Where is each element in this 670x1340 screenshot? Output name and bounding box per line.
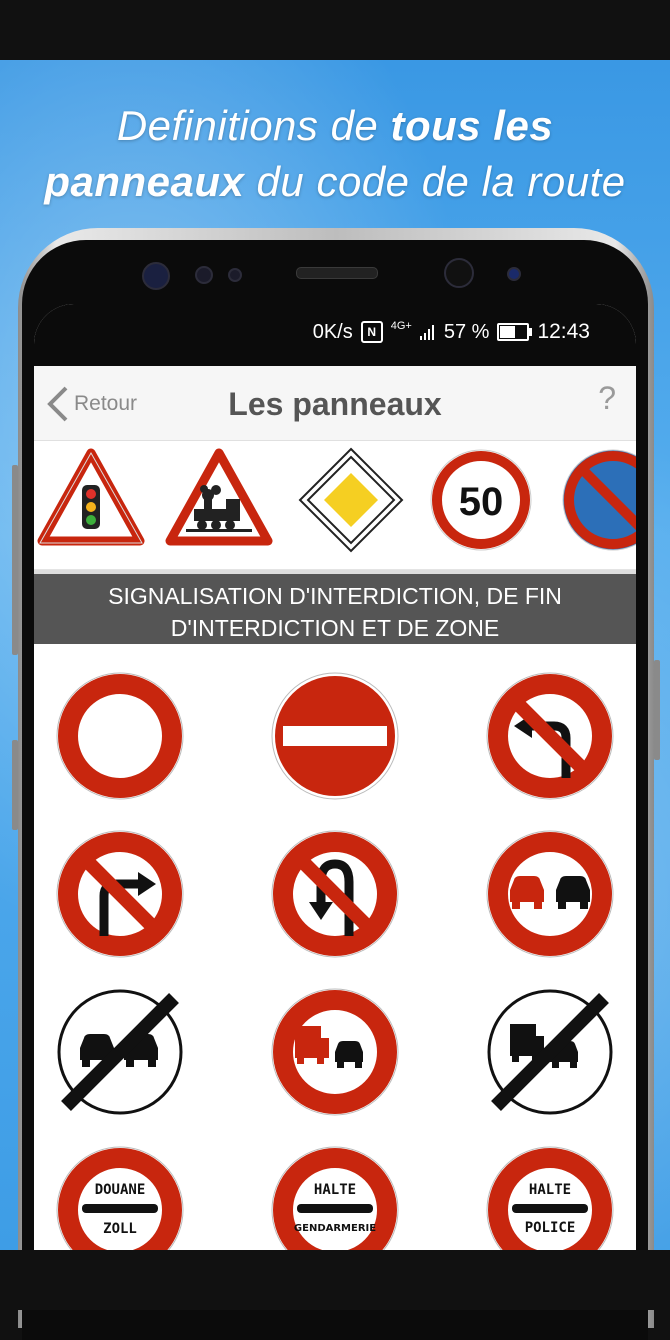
speed-limit-icon: 50: [430, 449, 532, 551]
sign-customs-stop[interactable]: DOUANE ZOLL: [50, 1140, 190, 1250]
no-truck-overtaking-icon: [271, 988, 399, 1116]
halt-police-bottom-text: POLICE: [525, 1220, 576, 1236]
end-no-overtaking-icon: [57, 989, 183, 1115]
sensor-icon: [195, 266, 213, 284]
battery-fill: [500, 326, 516, 338]
no-left-turn-icon: [486, 672, 614, 800]
no-overtaking-icon: [486, 830, 614, 958]
network-type: 4G+: [390, 320, 412, 332]
category-priority[interactable]: [296, 445, 406, 555]
traffic-light-warning-icon: [37, 448, 145, 546]
speed-limit-value: 50: [459, 480, 504, 524]
sign-end-no-truck-overtaking[interactable]: [480, 982, 620, 1122]
sign-halt-police[interactable]: HALTE POLICE: [480, 1140, 620, 1250]
category-parking[interactable]: [558, 445, 636, 555]
no-parking-icon: [562, 449, 636, 551]
no-u-turn-icon: [271, 830, 399, 958]
signs-grid: DOUANE ZOLL HALTE GENDARMERIE HALTE POLI…: [34, 644, 636, 1250]
signal-icon: [419, 325, 434, 340]
sign-no-truck-overtaking[interactable]: [265, 982, 405, 1122]
sign-no-vehicles[interactable]: [50, 666, 190, 806]
phone-earpiece: [296, 267, 378, 279]
sign-end-no-overtaking[interactable]: [50, 982, 190, 1122]
category-strip: 50: [34, 441, 636, 570]
top-black-bar: [0, 0, 670, 60]
priority-road-icon: [298, 447, 404, 553]
no-right-turn-icon: [56, 830, 184, 958]
halt-gendarmerie-bottom-text: GENDARMERIE: [294, 1223, 376, 1234]
help-button[interactable]: ?: [598, 380, 616, 417]
sign-no-overtaking[interactable]: [480, 824, 620, 964]
phone-side-button: [12, 465, 18, 655]
headline-text: du code de la route: [244, 158, 626, 205]
sensor-icon: [507, 267, 521, 281]
bottom-black-bar: [0, 1250, 670, 1310]
sign-halt-gendarmerie[interactable]: HALTE GENDARMERIE: [265, 1140, 405, 1250]
clock: 12:43: [537, 320, 590, 343]
train-crossing-warning-icon: [165, 448, 273, 546]
iris-scanner-icon: [142, 262, 170, 290]
headline-bold-text: tous les: [390, 102, 554, 149]
phone-side-button: [654, 660, 660, 760]
headline-text: Definitions de: [116, 102, 391, 149]
no-vehicles-icon: [56, 672, 184, 800]
halt-police-top-text: HALTE: [529, 1182, 571, 1198]
sign-no-u-turn[interactable]: [265, 824, 405, 964]
nfc-icon: N: [360, 321, 383, 343]
customs-top-text: DOUANE: [95, 1182, 146, 1198]
headline-bold-text: panneaux: [44, 158, 245, 205]
app-bar: Retour Les panneaux ?: [34, 366, 636, 441]
category-traffic-lights[interactable]: [36, 445, 146, 555]
category-speed-limit[interactable]: 50: [426, 445, 536, 555]
battery-percent: 57 %: [443, 320, 490, 343]
section-header: SIGNALISATION D'INTERDICTION, DE FIN D'I…: [34, 570, 636, 644]
halt-gendarmerie-top-text: HALTE: [314, 1182, 356, 1198]
front-camera-icon: [444, 258, 474, 288]
network-speed: 0K/s: [312, 320, 353, 343]
customs-stop-icon: DOUANE ZOLL: [56, 1146, 184, 1250]
promo-headline: Definitions de tous les panneaux du code…: [0, 98, 670, 210]
sign-no-entry[interactable]: [265, 666, 405, 806]
end-no-truck-overtaking-icon: [487, 989, 613, 1115]
sign-no-right-turn[interactable]: [50, 824, 190, 964]
category-train-crossing[interactable]: [164, 445, 274, 555]
status-bar: 0K/s N 4G+ 57 % 12:43: [34, 304, 636, 366]
page-title: Les panneaux: [228, 386, 442, 422]
halt-gendarmerie-icon: HALTE GENDARMERIE: [271, 1146, 399, 1250]
customs-bottom-text: ZOLL: [103, 1221, 137, 1237]
phone-side-button: [12, 740, 18, 830]
phone-screen: 0K/s N 4G+ 57 % 12:43 Retour Les panneau…: [34, 304, 636, 1250]
sign-no-left-turn[interactable]: [480, 666, 620, 806]
sensor-icon: [228, 268, 242, 282]
battery-icon: [497, 323, 533, 341]
halt-police-icon: HALTE POLICE: [486, 1146, 614, 1250]
no-entry-icon: [271, 672, 399, 800]
